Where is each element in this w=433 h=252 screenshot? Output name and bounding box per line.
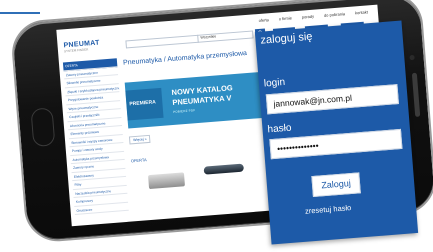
home-button	[30, 107, 56, 148]
topnav-item-porady[interactable]: porady	[302, 13, 315, 19]
reset-password-link[interactable]: zresetuj hasło	[305, 203, 352, 216]
login-panel-title: zaloguj się	[260, 30, 313, 47]
product-image-cylinder[interactable]	[148, 172, 186, 190]
login-submit-button[interactable]: Zaloguj	[311, 172, 361, 198]
decorative-accent-line	[0, 12, 40, 14]
topnav-item-oferta[interactable]: oferta	[258, 17, 269, 23]
section-title: OFERTA	[130, 157, 147, 164]
product-image-actuator[interactable]	[203, 163, 245, 175]
topnav-item-do-pobrania[interactable]: do pobrania	[324, 11, 345, 18]
banner-badge-label: PREMIERA	[129, 99, 156, 108]
more-link[interactable]: Więcej »	[128, 134, 151, 145]
topnav-item-o-firmie[interactable]: o firmie	[279, 15, 292, 21]
password-label: hasło	[267, 122, 292, 136]
search-category-select[interactable]: Wszystkie	[197, 30, 248, 43]
sidebar: OFERTA Zawory pneumatyczne Siłowniki pne…	[62, 58, 130, 226]
site-logo[interactable]: PNEUMAT SYSTEM FINDER	[63, 40, 100, 54]
breadcrumb: Pneumatyka / Automatyka przemysłowa	[122, 50, 248, 67]
login-label: login	[263, 76, 286, 90]
banner-subtitle: POBIERZ PDF	[172, 108, 196, 114]
login-panel: zaloguj się login hasło •••••••••••••• Z…	[254, 20, 419, 245]
catalog-banner[interactable]: PREMIERA NOWY KATALOG PNEUMATYKA V POBIE…	[124, 70, 280, 129]
topnav-item-kontakt[interactable]: kontakt	[355, 9, 368, 15]
banner-badge: PREMIERA	[125, 87, 164, 121]
login-input[interactable]	[265, 84, 399, 115]
